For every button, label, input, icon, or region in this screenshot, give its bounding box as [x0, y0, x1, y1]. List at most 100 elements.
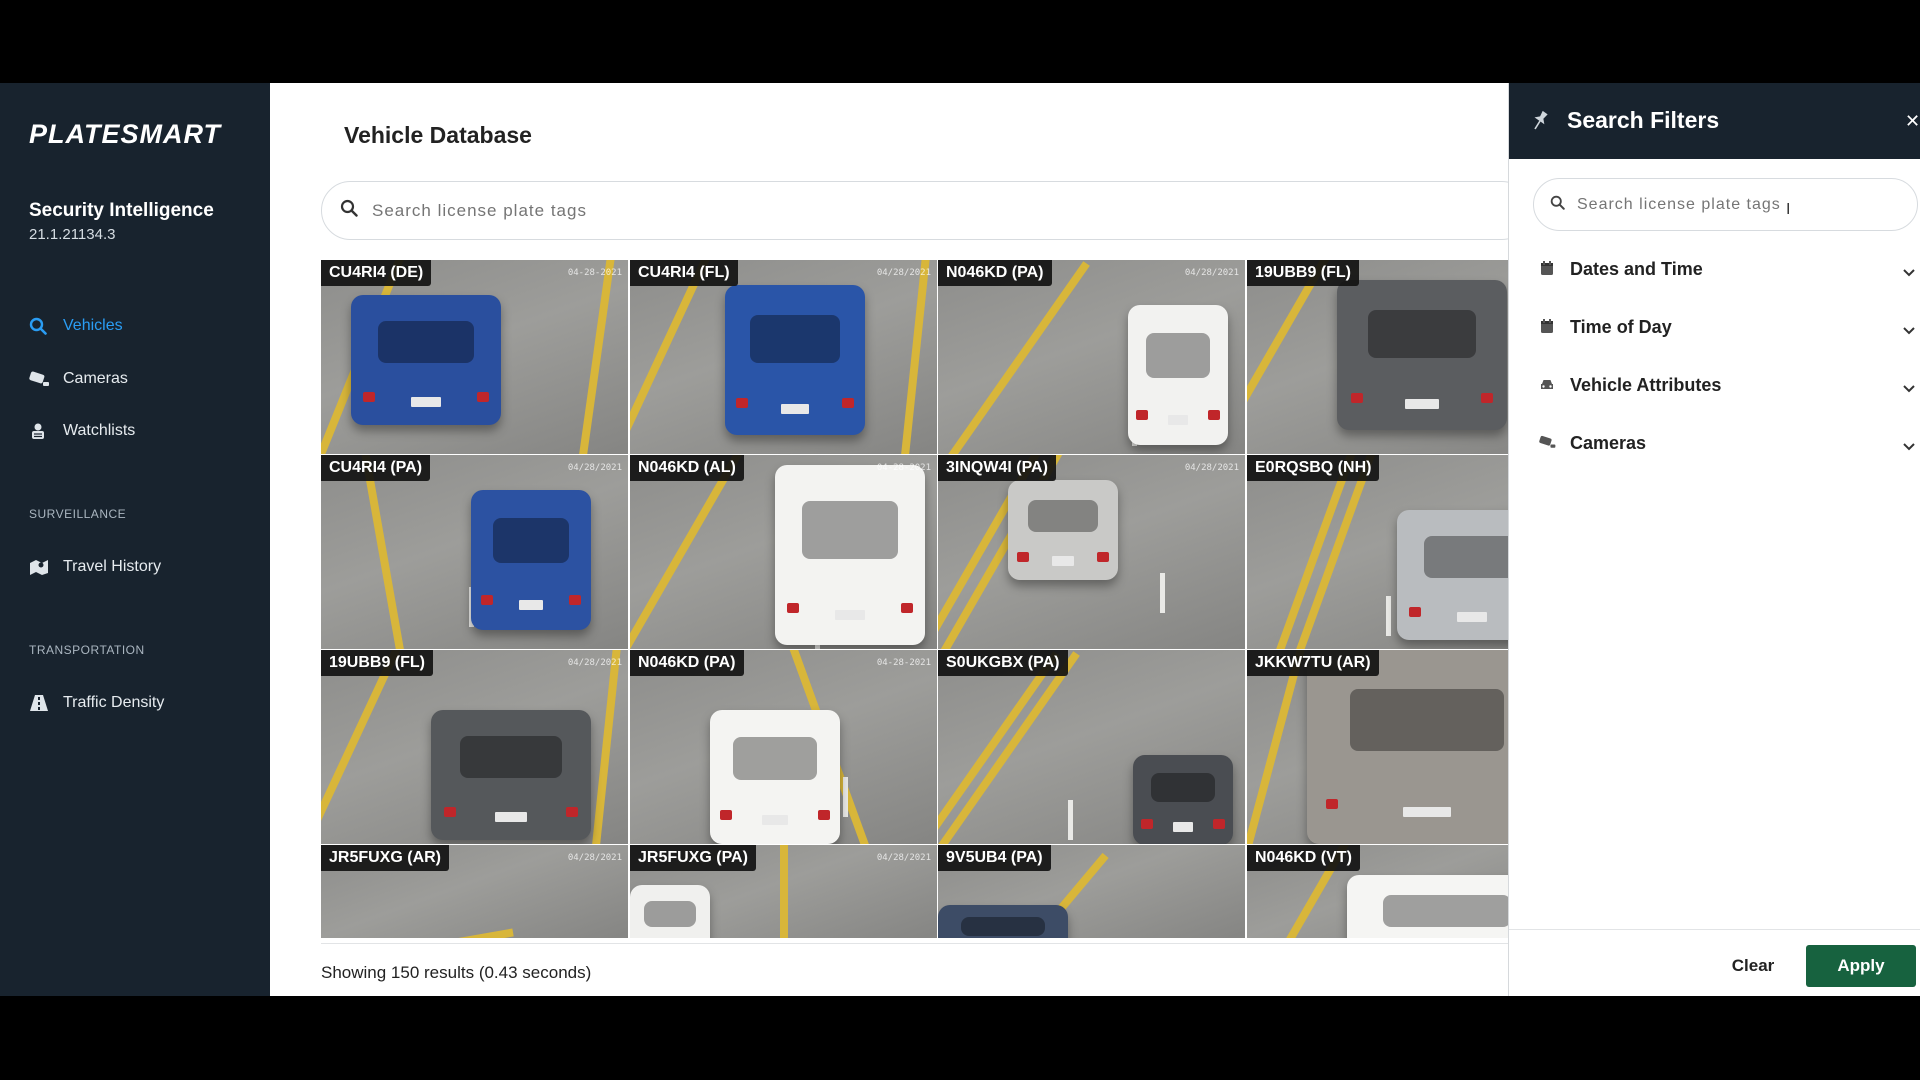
vehicle-plate [835, 609, 865, 620]
vehicle-plate [495, 811, 527, 822]
sidebar-item-label: Traffic Density [63, 694, 165, 711]
vehicle-light-r [477, 391, 489, 402]
lane-marking [938, 651, 1060, 844]
vehicle-tile[interactable]: 04/28/2021 JR5FUXG (PA) [630, 845, 937, 938]
sidebar-item-travel-history[interactable]: Travel History [29, 555, 161, 579]
sidebar-item-cameras[interactable]: Cameras [29, 367, 128, 391]
plate-label: CU4RI4 (FL) [630, 260, 738, 286]
vehicle-light-l [443, 806, 456, 817]
filter-label: Dates and Time [1570, 258, 1703, 279]
vehicle-roof [1350, 688, 1504, 751]
panel-header: Search Filters ✕ [1509, 83, 1920, 159]
vehicle-tile[interactable]: 04/28/2021 JR5FUXG (AR) [321, 845, 628, 938]
sidebar-item-watchlists[interactable]: Watchlists [29, 419, 135, 443]
vehicle-plate [1405, 399, 1439, 409]
vehicle-tile[interactable]: 04/28/2021 CU4RI4 (FL) [630, 260, 937, 454]
vehicle [630, 885, 710, 938]
plate-search-input[interactable] [372, 200, 1172, 221]
vehicle-light-l [787, 602, 799, 613]
sidebar-item-label: Watchlists [63, 422, 136, 439]
filter-search-input[interactable] [1577, 195, 1897, 214]
vehicle [1337, 280, 1507, 430]
plate-label: 3INQW4I (PA) [938, 455, 1056, 481]
sidebar: PLATESMART Security Intelligence 21.1.21… [0, 83, 270, 996]
page-title: Vehicle Database [344, 122, 532, 148]
vehicle-light-l [1350, 393, 1363, 403]
section-label-transportation: TRANSPORTATION [29, 643, 145, 657]
plate-label: N046KD (AL) [630, 455, 744, 481]
vehicle [938, 905, 1068, 938]
sidebar-item-label: Vehicles [63, 317, 123, 334]
plate-label: JR5FUXG (AR) [321, 845, 450, 871]
camera-icon [1539, 434, 1557, 452]
main-content: Vehicle Database 04-28-2021CU4RI4 (DE)04… [270, 83, 1554, 996]
timestamp-overlay: 04/28/2021 [876, 268, 931, 278]
letterbox-top [0, 0, 1920, 83]
sidebar-item-vehicles[interactable]: Vehicles [29, 314, 123, 338]
vehicle-tile[interactable]: S0UKGBX (PA) [938, 650, 1245, 844]
lane-marking [321, 928, 514, 938]
vehicle-light-l [1016, 552, 1029, 562]
lane-marking [938, 651, 1080, 844]
pin-icon[interactable] [1531, 110, 1549, 130]
vehicle-plate [1173, 822, 1193, 833]
road-image [630, 455, 937, 649]
plate-label: JKKW7TU (AR) [1247, 650, 1379, 676]
chevron-down-icon [1903, 380, 1915, 393]
vehicle-plate [781, 404, 809, 414]
vehicle-tile[interactable]: 04-28-2021 N046KD (AL) [630, 455, 937, 649]
vehicle-light-r [1208, 409, 1220, 420]
filter-search-bar[interactable] [1533, 178, 1918, 231]
road-image [630, 650, 937, 844]
timestamp-overlay: 04/28/2021 [1184, 463, 1239, 473]
vehicle [351, 295, 501, 425]
lane-marking [358, 455, 412, 649]
vehicle-tile[interactable]: 9V5UB4 (PA) [938, 845, 1245, 938]
plate-search-bar[interactable] [321, 181, 1531, 240]
vehicle-tile[interactable]: 04/28/2021 3INQW4I (PA) [938, 455, 1245, 649]
vehicle-tile[interactable]: 04/28/2021 CU4RI4 (PA) [321, 455, 628, 649]
sidebar-item-traffic-density[interactable]: Traffic Density [29, 691, 164, 715]
vehicle-light-l [363, 391, 375, 402]
lane-marking [1282, 455, 1380, 649]
vehicle-light-r [569, 594, 582, 605]
filter-vehicle-attributes[interactable]: Vehicle Attributes [1509, 365, 1920, 405]
vehicle-roof [1424, 536, 1520, 578]
vehicle-light-r [1213, 818, 1225, 829]
lane-marking [630, 260, 713, 454]
lane-marking [780, 845, 788, 938]
vehicle-light-l [1409, 606, 1421, 617]
lane-marking [321, 650, 404, 844]
vehicle-roof [492, 518, 570, 563]
calendar-icon [1539, 260, 1557, 278]
car-icon [1539, 376, 1557, 394]
plate-label: N046KD (VT) [1247, 845, 1360, 871]
panel-footer-divider [1509, 929, 1920, 930]
timestamp-overlay: 04/28/2021 [876, 853, 931, 863]
results-count: Showing 150 results (0.43 seconds) [321, 963, 592, 982]
vehicle-tile[interactable]: 04-28-2021 CU4RI4 (DE) [321, 260, 628, 454]
filter-dates-and-time[interactable]: Dates and Time [1509, 249, 1920, 289]
plate-label: S0UKGBX (PA) [938, 650, 1068, 676]
plate-label: 9V5UB4 (PA) [938, 845, 1051, 871]
vehicle-grid: 04-28-2021 CU4RI4 (DE) 04/28/2021 CU4RI4 (F… [321, 260, 1554, 996]
clear-button[interactable]: Clear [1716, 945, 1790, 987]
vehicle-light-l [1141, 818, 1153, 829]
sidebar-item-label: Travel History [63, 558, 162, 575]
vehicle-light-l [736, 398, 749, 408]
apply-button[interactable]: Apply [1806, 945, 1916, 987]
vehicle-roof [1027, 500, 1099, 532]
lane-dash [1068, 800, 1073, 840]
filter-time-of-day[interactable]: Time of Day [1509, 307, 1920, 347]
vehicle-roof [961, 917, 1045, 937]
close-icon[interactable]: ✕ [1905, 111, 1920, 132]
vehicle-tile[interactable]: 04/28/2021 N046KD (PA) [938, 260, 1245, 454]
lane-marking [938, 261, 1090, 454]
filter-cameras[interactable]: Cameras [1509, 423, 1920, 463]
vehicle [1128, 305, 1228, 445]
plate-label: CU4RI4 (DE) [321, 260, 432, 286]
vehicle-light-r [566, 806, 579, 817]
vehicle-tile[interactable]: 04/28/2021 19UBB9 (FL) [321, 650, 628, 844]
vehicle-tile[interactable]: 04-28-2021 N046KD (PA) [630, 650, 937, 844]
road-image [321, 455, 628, 649]
